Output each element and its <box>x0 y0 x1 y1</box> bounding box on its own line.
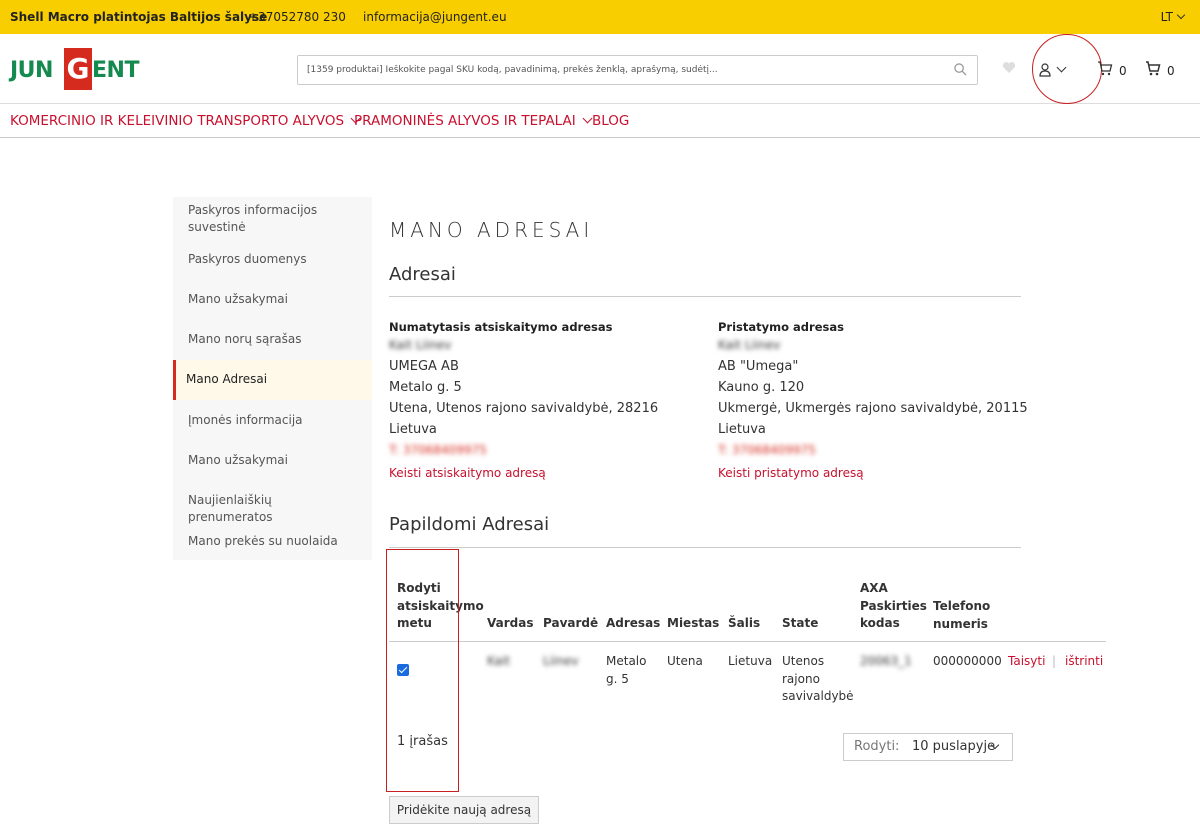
billing-company: UMEGA AB <box>389 359 459 374</box>
cart-icon <box>1146 61 1161 76</box>
divider <box>389 547 1021 548</box>
language-switcher[interactable]: LT <box>1160 10 1186 24</box>
shipping-city: Ukmergė, Ukmergės rajono savivaldybė, 20… <box>718 401 1028 416</box>
chevron-down-icon <box>1176 10 1186 20</box>
billing-label: Numatytasis atsiskaitymo adresas <box>389 320 613 334</box>
language-label: LT <box>1160 10 1173 24</box>
col-header-first-name: Vardas <box>487 616 534 630</box>
cell-axa: 20063_1 <box>860 654 912 668</box>
delete-address-link[interactable]: ištrinti <box>1065 653 1103 671</box>
highlight-box <box>386 549 459 792</box>
search-icon[interactable] <box>954 63 967 76</box>
account-menu-button[interactable] <box>1032 34 1102 104</box>
col-header-city: Miestas <box>667 616 720 630</box>
billing-phone[interactable]: T: 37068409975 <box>389 440 658 460</box>
sidebar-item-orders-2[interactable]: Mano užsakymai <box>188 452 358 469</box>
sidebar-item-discounted[interactable]: Mano prekės su nuolaida <box>188 533 358 550</box>
edit-shipping-link[interactable]: Keisti pristatymo adresą <box>718 466 1028 480</box>
main-nav: KOMERCINIO IR KELEIVINIO TRANSPORTO ALYV… <box>0 104 1200 138</box>
shipping-phone[interactable]: T: 37068409975 <box>718 440 1028 460</box>
sidebar-item-dashboard[interactable]: Paskyros informacijos suvestinė <box>188 202 358 236</box>
sidebar-item-newsletter[interactable]: Naujienlaiškių prenumeratos <box>188 492 358 526</box>
additional-addresses-heading: Papildomi Adresai <box>389 514 550 535</box>
page-size-label: Rodyti: <box>854 739 900 754</box>
logo-text-left: JUN <box>10 58 53 83</box>
cart-button[interactable]: 0 <box>1145 61 1175 79</box>
sidebar-item-wishlist[interactable]: Mano norų sąrašas <box>188 331 358 348</box>
chevron-down-icon <box>1056 62 1067 73</box>
shipping-company: AB "Umega" <box>718 359 799 374</box>
top-bar: Shell Macro platintojas Baltijos šalyse … <box>0 0 1200 34</box>
sidebar-item-addresses[interactable]: Mano Adresai <box>173 360 372 400</box>
header: JUN G ENT 0 0 <box>0 34 1200 104</box>
addresses-heading: Adresai <box>389 264 456 285</box>
compare-cart-icon <box>1098 61 1113 76</box>
divider <box>389 296 1021 297</box>
billing-name: Kait Liinev <box>389 338 452 352</box>
col-header-axa: AXA Paskirties kodas <box>860 581 927 630</box>
nav-item-industrial-oils[interactable]: PRAMONINĖS ALYVOS IR TEPALAI <box>354 113 593 129</box>
compare-count: 0 <box>1119 64 1127 78</box>
nav-item-blog[interactable]: BLOG <box>592 113 629 129</box>
cell-address: Metalo g. 5 <box>606 654 647 686</box>
cell-last-name: Liinev <box>543 654 579 668</box>
action-separator: | <box>1052 654 1057 668</box>
sidebar-item-label: Mano Adresai <box>186 372 268 386</box>
cart-count: 0 <box>1167 64 1175 78</box>
record-count: 1 įrašas <box>397 734 448 749</box>
shipping-street: Kauno g. 120 <box>718 380 805 395</box>
tagline: Shell Macro platintojas Baltijos šalyse <box>10 10 268 24</box>
shipping-address: Pristatymo adresas Kait Liinev AB "Umega… <box>718 320 1028 480</box>
col-header-phone: Telefono numeris <box>933 599 991 631</box>
billing-street: Metalo g. 5 <box>389 380 462 395</box>
logo[interactable]: JUN G ENT <box>10 48 150 90</box>
nav-item-label: KOMERCINIO IR KELEIVINIO TRANSPORTO ALYV… <box>10 113 345 129</box>
account-sidebar: Paskyros informacijos suvestinė Paskyros… <box>173 197 372 560</box>
sidebar-item-company[interactable]: Įmonės informacija <box>188 412 358 429</box>
search-input[interactable] <box>298 56 938 84</box>
cell-phone: 000000000 <box>933 654 1002 668</box>
user-icon <box>1039 63 1051 77</box>
search-box <box>297 55 978 85</box>
page-size-value: 10 puslapyje <box>912 739 996 754</box>
cell-state: Utenos rajono savivaldybė <box>782 654 854 703</box>
table-header-divider <box>389 641 1106 642</box>
compare-button[interactable]: 0 <box>1097 61 1127 79</box>
add-address-button[interactable]: Pridėkite naują adresą <box>389 796 539 824</box>
billing-country: Lietuva <box>389 422 437 437</box>
billing-address: Numatytasis atsiskaitymo adresas Kait Li… <box>389 320 658 480</box>
billing-city: Utena, Utenos rajono savivaldybė, 28216 <box>389 401 659 416</box>
nav-item-label: PRAMONINĖS ALYVOS IR TEPALAI <box>354 113 576 129</box>
sidebar-item-account-info[interactable]: Paskyros duomenys <box>188 251 358 268</box>
cell-first-name: Kait <box>487 654 511 668</box>
cell-country: Lietuva <box>728 654 773 668</box>
shipping-label: Pristatymo adresas <box>718 320 844 334</box>
nav-item-commercial-oils[interactable]: KOMERCINIO IR KELEIVINIO TRANSPORTO ALYV… <box>10 113 361 129</box>
edit-billing-link[interactable]: Keisti atsiskaitymo adresą <box>389 466 658 480</box>
col-header-address: Adresas <box>606 616 661 630</box>
page-size-select[interactable]: Rodyti: 10 puslapyje <box>843 733 1013 761</box>
email-link[interactable]: informacija@jungent.eu <box>363 10 507 24</box>
col-header-country: Šalis <box>728 616 761 630</box>
logo-g-mark: G <box>64 48 92 90</box>
edit-address-link[interactable]: Taisyti <box>1008 653 1045 671</box>
sidebar-item-orders[interactable]: Mano užsakymai <box>188 291 358 308</box>
logo-text-right: ENT <box>92 58 139 83</box>
chevron-down-icon <box>582 113 593 124</box>
col-header-state: State <box>782 616 819 630</box>
shipping-country: Lietuva <box>718 422 766 437</box>
cell-city: Utena <box>667 654 703 668</box>
shipping-name: Kait Liinev <box>718 338 781 352</box>
phone-link[interactable]: +37052780 230 <box>248 10 346 24</box>
wishlist-heart-icon[interactable] <box>1002 61 1016 74</box>
page-title: MANO ADRESAI <box>389 218 594 242</box>
col-header-last-name: Pavardė <box>543 616 599 630</box>
